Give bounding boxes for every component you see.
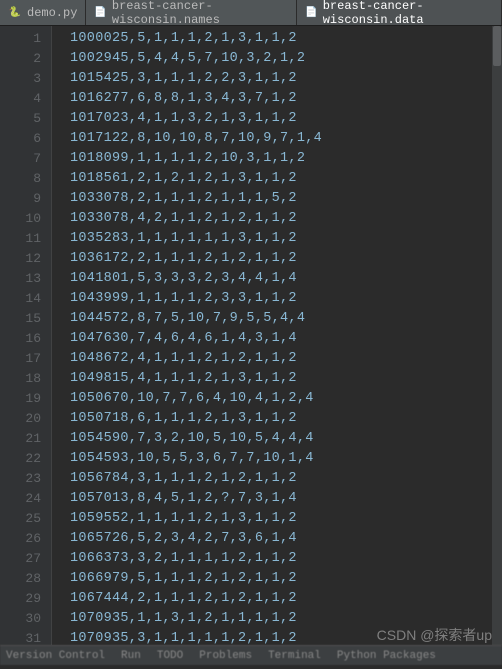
code-line[interactable]: 1036172,2,1,1,1,2,1,2,1,1,2 (70, 249, 502, 269)
code-line[interactable]: 1033078,4,2,1,1,2,1,2,1,1,2 (70, 209, 502, 229)
code-line[interactable]: 1070935,3,1,1,1,1,1,2,1,1,2 (70, 629, 502, 645)
tab-label: breast-cancer-wisconsin.data (323, 0, 493, 27)
code-line[interactable]: 1047630,7,4,6,4,6,1,4,3,1,4 (70, 329, 502, 349)
code-line[interactable]: 1067444,2,1,1,1,2,1,2,1,1,2 (70, 589, 502, 609)
line-number: 19 (0, 389, 41, 409)
code-line[interactable]: 1017122,8,10,10,8,7,10,9,7,1,4 (70, 129, 502, 149)
status-bar: Version Control Run TODO Problems Termin… (0, 645, 502, 665)
file-icon (94, 6, 106, 20)
tab-demo-py[interactable]: demo.py (0, 0, 86, 25)
line-number: 5 (0, 109, 41, 129)
code-line[interactable]: 1043999,1,1,1,1,2,3,3,1,1,2 (70, 289, 502, 309)
code-line[interactable]: 1070935,1,1,3,1,2,1,1,1,1,2 (70, 609, 502, 629)
line-number: 8 (0, 169, 41, 189)
line-number: 23 (0, 469, 41, 489)
code-line[interactable]: 1035283,1,1,1,1,1,1,3,1,1,2 (70, 229, 502, 249)
line-number: 25 (0, 509, 41, 529)
line-gutter: 1234567891011121314151617181920212223242… (0, 26, 52, 645)
code-line[interactable]: 1015425,3,1,1,1,2,2,3,1,1,2 (70, 69, 502, 89)
line-number: 26 (0, 529, 41, 549)
code-line[interactable]: 1065726,5,2,3,4,2,7,3,6,1,4 (70, 529, 502, 549)
line-number: 29 (0, 589, 41, 609)
line-number: 17 (0, 349, 41, 369)
status-run[interactable]: Run (121, 650, 141, 662)
line-number: 27 (0, 549, 41, 569)
status-problems[interactable]: Problems (199, 650, 252, 662)
code-line[interactable]: 1057013,8,4,5,1,2,?,7,3,1,4 (70, 489, 502, 509)
code-line[interactable]: 1050670,10,7,7,6,4,10,4,1,2,4 (70, 389, 502, 409)
code-line[interactable]: 1066373,3,2,1,1,1,1,2,1,1,2 (70, 549, 502, 569)
code-line[interactable]: 1059552,1,1,1,1,2,1,3,1,1,2 (70, 509, 502, 529)
python-icon (8, 6, 22, 20)
line-number: 20 (0, 409, 41, 429)
code-line[interactable]: 1049815,4,1,1,1,2,1,3,1,1,2 (70, 369, 502, 389)
code-line[interactable]: 1044572,8,7,5,10,7,9,5,5,4,4 (70, 309, 502, 329)
tab-label: breast-cancer-wisconsin.names (112, 0, 288, 27)
line-number: 1 (0, 29, 41, 49)
line-number: 12 (0, 249, 41, 269)
line-number: 28 (0, 569, 41, 589)
code-line[interactable]: 1056784,3,1,1,1,2,1,2,1,1,2 (70, 469, 502, 489)
code-content[interactable]: 1000025,5,1,1,1,2,1,3,1,1,21002945,5,4,4… (52, 26, 502, 645)
status-todo[interactable]: TODO (157, 650, 183, 662)
code-line[interactable]: 1016277,6,8,8,1,3,4,3,7,1,2 (70, 89, 502, 109)
tab-names-file[interactable]: breast-cancer-wisconsin.names (86, 0, 297, 25)
line-number: 18 (0, 369, 41, 389)
line-number: 24 (0, 489, 41, 509)
file-icon (305, 6, 317, 20)
code-line[interactable]: 1018099,1,1,1,1,2,10,3,1,1,2 (70, 149, 502, 169)
code-line[interactable]: 1048672,4,1,1,1,2,1,2,1,1,2 (70, 349, 502, 369)
code-line[interactable]: 1050718,6,1,1,1,2,1,3,1,1,2 (70, 409, 502, 429)
line-number: 14 (0, 289, 41, 309)
status-terminal[interactable]: Terminal (268, 650, 321, 662)
code-line[interactable]: 1041801,5,3,3,3,2,3,4,4,1,4 (70, 269, 502, 289)
code-line[interactable]: 1054590,7,3,2,10,5,10,5,4,4,4 (70, 429, 502, 449)
code-line[interactable]: 1033078,2,1,1,1,2,1,1,1,5,2 (70, 189, 502, 209)
line-number: 13 (0, 269, 41, 289)
line-number: 30 (0, 609, 41, 629)
line-number: 22 (0, 449, 41, 469)
line-number: 2 (0, 49, 41, 69)
scroll-thumb[interactable] (493, 26, 501, 66)
line-number: 3 (0, 69, 41, 89)
line-number: 10 (0, 209, 41, 229)
editor-area: 1234567891011121314151617181920212223242… (0, 26, 502, 645)
line-number: 15 (0, 309, 41, 329)
line-number: 16 (0, 329, 41, 349)
line-number: 11 (0, 229, 41, 249)
line-number: 7 (0, 149, 41, 169)
status-packages[interactable]: Python Packages (337, 650, 436, 662)
line-number: 21 (0, 429, 41, 449)
tab-data-file[interactable]: breast-cancer-wisconsin.data (297, 0, 502, 25)
line-number: 6 (0, 129, 41, 149)
code-line[interactable]: 1017023,4,1,1,3,2,1,3,1,1,2 (70, 109, 502, 129)
vertical-scrollbar[interactable] (492, 26, 502, 645)
code-line[interactable]: 1002945,5,4,4,5,7,10,3,2,1,2 (70, 49, 502, 69)
code-line[interactable]: 1000025,5,1,1,1,2,1,3,1,1,2 (70, 29, 502, 49)
tab-label: demo.py (27, 6, 77, 20)
line-number: 9 (0, 189, 41, 209)
code-line[interactable]: 1054593,10,5,5,3,6,7,7,10,1,4 (70, 449, 502, 469)
editor-tabs: demo.py breast-cancer-wisconsin.names br… (0, 0, 502, 26)
code-line[interactable]: 1066979,5,1,1,1,2,1,2,1,1,2 (70, 569, 502, 589)
line-number: 4 (0, 89, 41, 109)
code-line[interactable]: 1018561,2,1,2,1,2,1,3,1,1,2 (70, 169, 502, 189)
status-vcs[interactable]: Version Control (6, 650, 105, 662)
